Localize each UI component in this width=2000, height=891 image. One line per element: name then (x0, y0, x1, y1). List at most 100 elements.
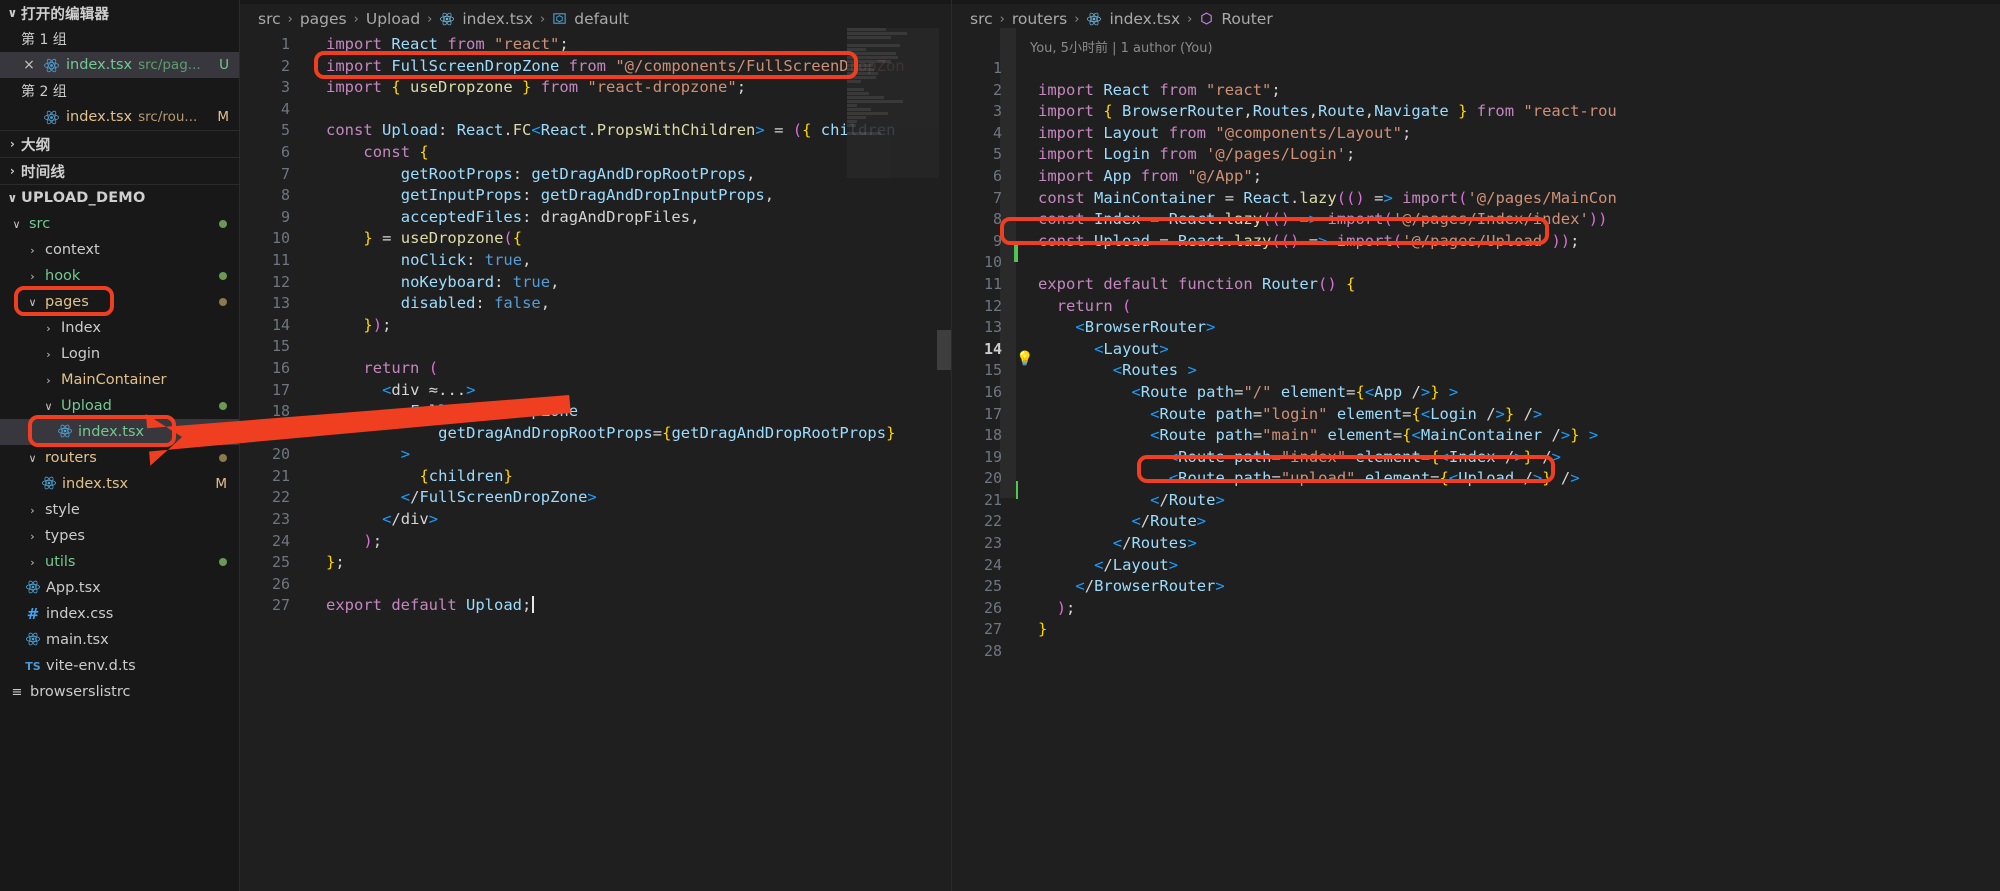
open-editors-header[interactable]: ∨ 打开的编辑器 (0, 0, 239, 26)
code-line[interactable]: 2 import FullScreenDropZone from "@/compo… (240, 56, 951, 78)
code-line[interactable]: 19 getDragAndDropRootProps={getDragAndDr… (240, 423, 951, 445)
tree-item-style[interactable]: › style (0, 497, 239, 523)
breadcrumb-item-routers[interactable]: routers (1012, 10, 1067, 28)
tree-item-pages[interactable]: ∨ pages (0, 289, 239, 315)
minimap-slider[interactable] (847, 28, 939, 178)
code-line[interactable]: 1 (952, 58, 2000, 80)
scrollbar-thumb-left[interactable] (937, 330, 951, 370)
breadcrumb-item-pages[interactable]: pages (300, 10, 347, 28)
tree-item-upload[interactable]: ∨ Upload (0, 393, 239, 419)
code-line[interactable]: 24 </Layout> (952, 555, 2000, 577)
tree-item-index[interactable]: › Index (0, 315, 239, 341)
code-line[interactable]: 27} (952, 619, 2000, 641)
tree-item-routers[interactable]: ∨ routers (0, 445, 239, 471)
code-line[interactable]: 2 import React from "react"; (952, 80, 2000, 102)
code-line[interactable]: 17 <Route path="login" element={<Login /… (952, 404, 2000, 426)
tree-item-index-tsx[interactable]: index.tsx (0, 419, 239, 445)
code-line[interactable]: 22 </Route> (952, 511, 2000, 533)
code-text: > (400, 445, 411, 464)
breadcrumb-item-src[interactable]: src (970, 10, 993, 28)
tree-item-utils[interactable]: › utils (0, 549, 239, 575)
code-line[interactable]: 27 export default Upload; (240, 595, 951, 617)
breadcrumb-item-file[interactable]: index.tsx (462, 10, 533, 28)
code-line[interactable]: 4 import Layout from "@components/Layout"… (952, 123, 2000, 145)
code-text: import Layout from "@components/Layout"; (1038, 123, 1412, 142)
tree-item-index-tsx[interactable]: index.tsx M (0, 471, 239, 497)
code-line[interactable]: 5 import Login from '@/pages/Login'; (952, 144, 2000, 166)
tree-item-browserslistrc[interactable]: ≡ browserslistrc (0, 679, 239, 705)
code-line[interactable]: 9 acceptedFiles: dragAndDropFiles, (240, 207, 951, 229)
code-line[interactable]: 12 return ( (952, 296, 2000, 318)
code-line[interactable]: 20 > (240, 444, 951, 466)
code-line[interactable]: 22 </FullScreenDropZone> (240, 487, 951, 509)
breadcrumb-right[interactable]: src › routers › index.tsx › Router (952, 4, 2000, 34)
code-line[interactable]: 6 const { (240, 142, 951, 164)
code-line[interactable]: 10 } = useDropzone({ (240, 228, 951, 250)
code-line[interactable]: 4 (240, 99, 951, 121)
code-line[interactable]: 7 const MainContainer = React.lazy(() => … (952, 188, 2000, 210)
open-editor-item-0[interactable]: × index.tsx src/pag... U (0, 52, 239, 78)
tree-item-vite-env-d-ts[interactable]: TS vite-env.d.ts (0, 653, 239, 679)
breadcrumb-item-file[interactable]: index.tsx (1109, 10, 1180, 28)
timeline-header[interactable]: › 时间线 (0, 158, 239, 184)
code-line[interactable]: 8 getInputProps: getDragAndDropInputProp… (240, 185, 951, 207)
breadcrumb-item-src[interactable]: src (258, 10, 281, 28)
code-line[interactable]: 19 <Route path="index" element={<Index /… (952, 447, 2000, 469)
close-icon[interactable]: × (21, 57, 37, 73)
scrollbar-right[interactable] (1986, 34, 2000, 891)
breadcrumb-item-upload[interactable]: Upload (366, 10, 420, 28)
code-line[interactable]: 5 const Upload: React.FC<React.PropsWithC… (240, 120, 951, 142)
code-editor-left[interactable]: 1 import React from "react"; 2 import FullS… (240, 34, 951, 617)
code-line[interactable]: 16 <Route path="/" element={<App />} > (952, 382, 2000, 404)
code-line[interactable]: 3 import { useDropzone } from "react-drop… (240, 77, 951, 99)
code-line[interactable]: 9 const Upload = React.lazy(() => import(… (952, 231, 2000, 262)
tree-item-index-css[interactable]: # index.css (0, 601, 239, 627)
breadcrumb-item-symbol[interactable]: default (574, 10, 629, 28)
tree-item-main-tsx[interactable]: main.tsx (0, 627, 239, 653)
code-line[interactable]: 14 }); (240, 315, 951, 337)
code-line[interactable]: 13 disabled: false, (240, 293, 951, 315)
code-line[interactable]: 13 <BrowserRouter> (952, 317, 2000, 339)
code-line[interactable]: 18 <Route path="main" element={<MainCont… (952, 425, 2000, 447)
code-line[interactable]: 26 (240, 574, 951, 596)
code-editor-right[interactable]: 1 2 import React from "react"; 3 import { Br… (952, 58, 2000, 663)
code-line[interactable]: 1 import React from "react"; (240, 34, 951, 56)
tree-item-hook[interactable]: › hook (0, 263, 239, 289)
tree-item-app-tsx[interactable]: App.tsx (0, 575, 239, 601)
code-line[interactable]: 24 ); (240, 531, 951, 553)
outline-header[interactable]: › 大纲 (0, 131, 239, 157)
code-line[interactable]: 23 </Routes> (952, 533, 2000, 555)
code-line[interactable]: 10 (952, 252, 2000, 274)
code-line[interactable]: 25 </BrowserRouter> (952, 576, 2000, 598)
code-line[interactable]: 15 (240, 336, 951, 358)
code-line[interactable]: 25}; (240, 552, 951, 574)
code-line[interactable]: 8 const Index = React.lazy(() => import('… (952, 209, 2000, 231)
code-line[interactable]: 14 💡 <Layout> (952, 339, 2000, 366)
code-line[interactable]: 12 noKeyboard: true, (240, 272, 951, 294)
code-line[interactable]: 11 noClick: true, (240, 250, 951, 272)
tree-item-login[interactable]: › Login (0, 341, 239, 367)
tree-item-context[interactable]: › context (0, 237, 239, 263)
code-line[interactable]: 20 <Route path="upload" element={<Upload… (952, 468, 2000, 500)
code-line[interactable]: 15 <Routes > (952, 360, 2000, 382)
project-header[interactable]: ∨ UPLOAD_DEMO (0, 185, 239, 211)
config-icon: ≡ (11, 684, 23, 700)
code-line[interactable]: 26 ); (952, 598, 2000, 620)
code-line[interactable]: 23 </div> (240, 509, 951, 531)
tree-item-types[interactable]: › types (0, 523, 239, 549)
tree-item-maincontainer[interactable]: › MainContainer (0, 367, 239, 393)
code-line[interactable]: 16 return ( (240, 358, 951, 380)
open-editor-item-1[interactable]: index.tsx src/rou... M (0, 104, 239, 130)
breadcrumb-left[interactable]: src › pages › Upload › index.tsx › defau… (240, 4, 951, 34)
tree-item-src[interactable]: ∨ src (0, 211, 239, 237)
code-line[interactable]: 21 </Route> (952, 490, 2000, 512)
code-line[interactable]: 28 (952, 641, 2000, 663)
code-line[interactable]: 21 {children} (240, 466, 951, 488)
code-line[interactable]: 17 <div ≈...> (240, 380, 951, 402)
code-line[interactable]: 7 getRootProps: getDragAndDropRootProps, (240, 164, 951, 186)
code-line[interactable]: 11 export default function Router() { (952, 274, 2000, 296)
code-line[interactable]: 18 <FullScreenDropZone (240, 401, 951, 423)
code-line[interactable]: 6 import App from "@/App"; (952, 166, 2000, 188)
code-line[interactable]: 3 import { BrowserRouter,Routes,Route,Nav… (952, 101, 2000, 123)
breadcrumb-item-symbol[interactable]: Router (1221, 10, 1272, 28)
